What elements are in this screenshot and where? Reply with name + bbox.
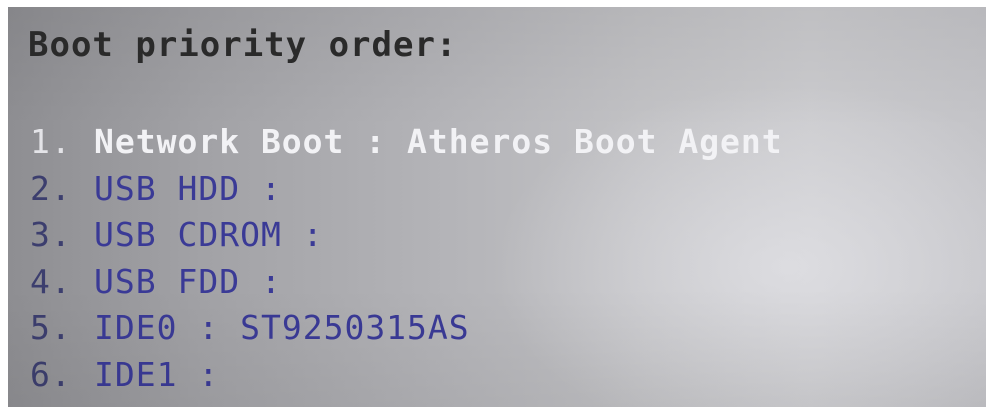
boot-item-number: 2. [30,168,72,208]
boot-item-separator: : [260,168,282,208]
boot-item-number: 1. [30,122,72,161]
boot-item-number: 6. [30,354,72,394]
boot-item-usb-cdrom[interactable]: 3. USB CDROM : [30,212,783,259]
boot-item-value: Atheros Boot Agent [407,122,783,161]
boot-item-ide0[interactable]: 5. IDE0 : ST9250315AS [30,305,783,352]
boot-item-separator: : [198,308,220,347]
boot-item-device: IDE0 [94,308,178,347]
bios-screen: Boot priority order: 1. Network Boot : At… [8,7,986,407]
photo-frame: Boot priority order: 1. Network Boot : At… [0,0,988,412]
boot-item-number: 5. [30,308,72,347]
boot-item-device: USB HDD [94,168,241,208]
boot-item-network-boot[interactable]: 1. Network Boot : Atheros Boot Agent [30,119,783,166]
boot-item-usb-fdd[interactable]: 4. USB FDD : [30,259,783,306]
boot-item-device: Network Boot [94,122,345,161]
boot-item-usb-hdd[interactable]: 2. USB HDD : [30,166,783,213]
boot-item-separator: : [302,215,324,254]
boot-item-separator: : [365,122,387,161]
boot-priority-list: 1. Network Boot : Atheros Boot Agent 2. US… [30,119,783,398]
boot-item-ide1[interactable]: 6. IDE1 : [30,352,783,399]
boot-item-device: IDE1 [94,354,178,394]
boot-item-number: 3. [30,215,72,254]
boot-item-number: 4. [30,261,72,301]
boot-item-separator: : [260,261,282,301]
page-title: Boot priority order: [28,25,458,65]
boot-item-device: USB CDROM [94,215,282,254]
boot-item-device: USB FDD [94,261,241,301]
boot-item-value: ST9250315AS [240,308,470,347]
boot-item-separator: : [198,354,220,394]
